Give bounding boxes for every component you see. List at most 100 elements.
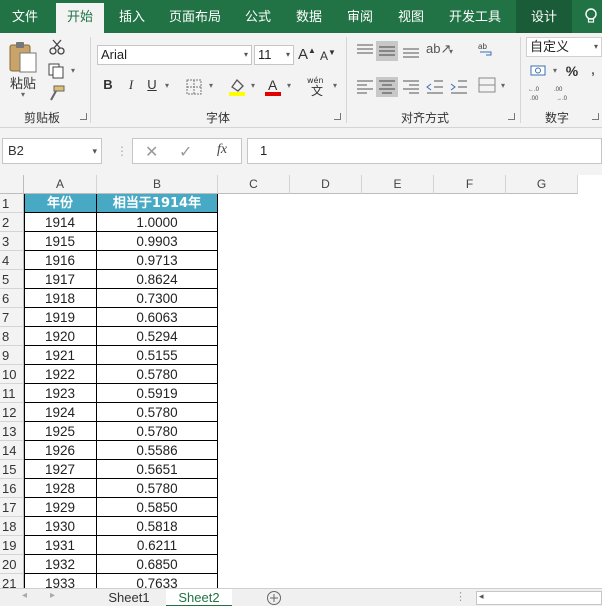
- cell-year[interactable]: 1915: [24, 232, 97, 251]
- row-header[interactable]: 18: [0, 517, 24, 536]
- insert-function-button[interactable]: fx: [217, 142, 227, 158]
- underline-button[interactable]: U: [145, 77, 159, 92]
- cell-ratio[interactable]: 0.5586: [97, 441, 218, 460]
- font-launcher-icon[interactable]: [334, 113, 341, 120]
- cell-year[interactable]: 1927: [24, 460, 97, 479]
- column-header-a[interactable]: A: [24, 175, 97, 194]
- orientation-dropdown-icon[interactable]: ▾: [446, 47, 456, 56]
- merge-center-icon[interactable]: [478, 77, 496, 93]
- row-header[interactable]: 21: [0, 574, 24, 588]
- phonetic-dropdown-icon[interactable]: ▾: [330, 81, 340, 90]
- cell-ratio[interactable]: 0.6063: [97, 308, 218, 327]
- accounting-dropdown-icon[interactable]: ▾: [550, 66, 560, 75]
- font-color-dropdown-icon[interactable]: ▾: [284, 81, 294, 90]
- row-header[interactable]: 6: [0, 289, 24, 308]
- row-header[interactable]: 20: [0, 555, 24, 574]
- bold-button[interactable]: B: [101, 77, 115, 92]
- number-launcher-icon[interactable]: [592, 113, 599, 120]
- fill-color-dropdown-icon[interactable]: ▾: [248, 81, 258, 90]
- cell-year[interactable]: 1914: [24, 213, 97, 232]
- tab-file[interactable]: 文件: [0, 0, 50, 33]
- fill-color-icon[interactable]: [228, 77, 246, 97]
- row-header[interactable]: 11: [0, 384, 24, 403]
- increase-indent-icon[interactable]: [450, 79, 468, 95]
- cell-ratio[interactable]: 0.5818: [97, 517, 218, 536]
- horizontal-scrollbar[interactable]: ◂: [476, 591, 602, 605]
- decrease-font-icon[interactable]: A▼: [320, 48, 336, 63]
- bottom-align-icon[interactable]: [402, 43, 420, 59]
- merge-dropdown-icon[interactable]: ▾: [498, 81, 508, 90]
- cell-ratio[interactable]: 0.7300: [97, 289, 218, 308]
- cell-year[interactable]: 1923: [24, 384, 97, 403]
- cell-year[interactable]: 1925: [24, 422, 97, 441]
- align-center-button[interactable]: [376, 77, 398, 97]
- align-right-icon[interactable]: [402, 79, 420, 95]
- cell-ratio[interactable]: 0.5780: [97, 365, 218, 384]
- cell-year[interactable]: 1921: [24, 346, 97, 365]
- clipboard-launcher-icon[interactable]: [80, 113, 87, 120]
- column-header-f[interactable]: F: [434, 175, 506, 194]
- name-box[interactable]: B2 ▾: [2, 138, 102, 164]
- row-header[interactable]: 16: [0, 479, 24, 498]
- tab-developer[interactable]: 开发工具: [442, 0, 508, 33]
- table-header-cell[interactable]: 年份: [24, 194, 97, 213]
- cell-year[interactable]: 1924: [24, 403, 97, 422]
- border-dropdown-icon[interactable]: ▾: [206, 81, 216, 90]
- cell-year[interactable]: 1917: [24, 270, 97, 289]
- column-header-c[interactable]: C: [218, 175, 290, 194]
- tab-data[interactable]: 数据: [287, 0, 331, 33]
- row-header[interactable]: 4: [0, 251, 24, 270]
- cell-year[interactable]: 1922: [24, 365, 97, 384]
- cell-ratio[interactable]: 0.8624: [97, 270, 218, 289]
- cell-ratio[interactable]: 0.5780: [97, 479, 218, 498]
- cell-year[interactable]: 1931: [24, 536, 97, 555]
- row-header[interactable]: 19: [0, 536, 24, 555]
- scroll-arrow-left-icon[interactable]: ◂: [479, 591, 484, 602]
- font-name-select[interactable]: Arial ▾: [97, 45, 252, 65]
- cell-ratio[interactable]: 0.6211: [97, 536, 218, 555]
- increase-decimal-icon[interactable]: ←.0 .00: [528, 85, 550, 101]
- row-header[interactable]: 2: [0, 213, 24, 232]
- cell-ratio[interactable]: 0.5780: [97, 403, 218, 422]
- tab-home[interactable]: 开始: [56, 3, 104, 33]
- row-header[interactable]: 1: [0, 194, 24, 213]
- add-sheet-icon[interactable]: [266, 590, 282, 606]
- cell-year[interactable]: 1928: [24, 479, 97, 498]
- wrap-text-icon[interactable]: ab: [478, 41, 494, 57]
- decrease-indent-icon[interactable]: [426, 79, 444, 95]
- orientation-icon[interactable]: ab↗: [426, 41, 451, 57]
- cell-ratio[interactable]: 0.6850: [97, 555, 218, 574]
- cancel-icon[interactable]: ✕: [145, 142, 158, 162]
- italic-button[interactable]: I: [124, 77, 138, 93]
- enter-icon[interactable]: ✓: [179, 142, 192, 162]
- cell-year[interactable]: 1929: [24, 498, 97, 517]
- cell-ratio[interactable]: 0.9713: [97, 251, 218, 270]
- cell-ratio[interactable]: 0.5651: [97, 460, 218, 479]
- formula-input[interactable]: 1: [247, 138, 602, 164]
- cell-year[interactable]: 1920: [24, 327, 97, 346]
- row-header[interactable]: 14: [0, 441, 24, 460]
- column-header-g[interactable]: G: [506, 175, 578, 194]
- cell-ratio[interactable]: 0.9903: [97, 232, 218, 251]
- cell-ratio[interactable]: 0.5850: [97, 498, 218, 517]
- sheet-tab-sheet2[interactable]: Sheet2: [166, 589, 232, 606]
- alignment-launcher-icon[interactable]: [508, 113, 515, 120]
- row-header[interactable]: 7: [0, 308, 24, 327]
- tab-review[interactable]: 审阅: [338, 0, 382, 33]
- font-color-icon[interactable]: A: [264, 77, 282, 97]
- scroll-right-icon[interactable]: ▸: [50, 590, 55, 601]
- tab-insert[interactable]: 插入: [108, 0, 156, 33]
- comma-style-icon[interactable]: ,: [586, 61, 600, 79]
- copy-icon[interactable]: [48, 63, 66, 79]
- cell-ratio[interactable]: 1.0000: [97, 213, 218, 232]
- percent-button[interactable]: %: [564, 63, 580, 79]
- select-all-corner[interactable]: [0, 175, 24, 194]
- row-header[interactable]: 8: [0, 327, 24, 346]
- row-header[interactable]: 13: [0, 422, 24, 441]
- row-header[interactable]: 10: [0, 365, 24, 384]
- tab-formulas[interactable]: 公式: [236, 0, 280, 33]
- copy-dropdown-icon[interactable]: ▾: [68, 66, 78, 75]
- cell-year[interactable]: 1933: [24, 574, 97, 588]
- row-header[interactable]: 3: [0, 232, 24, 251]
- cut-icon[interactable]: [48, 39, 66, 55]
